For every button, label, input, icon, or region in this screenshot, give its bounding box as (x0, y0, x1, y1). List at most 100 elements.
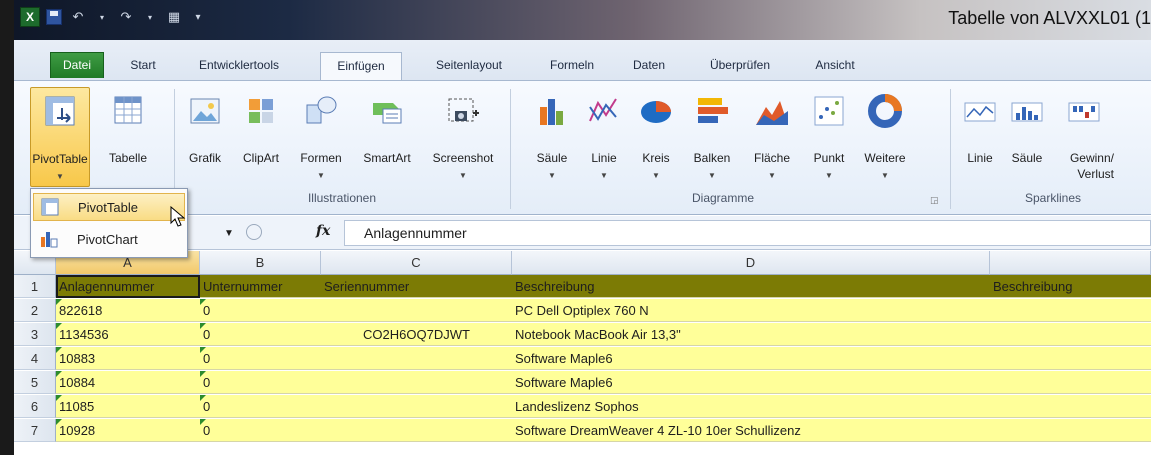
cell-d[interactable]: Software Maple6 (512, 347, 990, 370)
menu-item-pivottable[interactable]: PivotTable (33, 193, 185, 221)
column-header-c[interactable]: C (321, 251, 512, 275)
tab-start[interactable]: Start (117, 52, 169, 80)
pie-chart-icon (638, 93, 674, 129)
row-header[interactable]: 3 (14, 323, 56, 346)
sparkline-saeule-button[interactable]: Säule (1004, 87, 1050, 187)
cancel-icon[interactable] (246, 224, 262, 240)
smartart-button[interactable]: SmartArt (354, 87, 420, 187)
mouse-cursor-icon (170, 205, 186, 234)
sparkline-winloss-icon (1066, 93, 1102, 129)
tab-datei[interactable]: Datei (50, 52, 104, 78)
cell-e[interactable] (990, 347, 1151, 370)
cell-a[interactable]: 10928 (56, 419, 200, 442)
cell-c[interactable] (321, 371, 512, 394)
error-indicator-icon (200, 395, 206, 401)
group-label-sparklines: Sparklines (1024, 191, 1082, 205)
redo-icon[interactable]: ↷ (116, 7, 136, 27)
cell-a[interactable]: 822618 (56, 299, 200, 322)
tab-ansicht[interactable]: Ansicht (799, 52, 871, 80)
cell-c[interactable]: CO2H6OQ7DJWT (321, 323, 512, 346)
cell-d[interactable]: Beschreibung (512, 275, 990, 298)
cell-d[interactable]: Notebook MacBook Air 13,3" (512, 323, 990, 346)
cell-a[interactable]: 10883 (56, 347, 200, 370)
cell-c[interactable] (321, 299, 512, 322)
column-header-b[interactable]: B (200, 251, 321, 275)
cell-d[interactable]: Landeslizenz Sophos (512, 395, 990, 418)
cell-e[interactable] (990, 419, 1151, 442)
cell-c[interactable]: Seriennummer (321, 275, 512, 298)
tabelle-button[interactable]: Tabelle (94, 87, 162, 187)
linie-button[interactable]: Linie ▼ (580, 87, 628, 187)
cell-b[interactable]: 0 (200, 299, 321, 322)
row-header[interactable]: 5 (14, 371, 56, 394)
cell-c[interactable] (321, 395, 512, 418)
column-header-d[interactable]: D (512, 251, 990, 275)
pivottable-dropdown-menu: PivotTable PivotChart (30, 188, 188, 258)
cell-a[interactable]: 11085 (56, 395, 200, 418)
tab-ueberpruefen[interactable]: Überprüfen (692, 52, 788, 80)
undo-icon[interactable]: ↶ (68, 7, 88, 27)
cell-c[interactable] (321, 419, 512, 442)
cell-a[interactable]: Anlagennummer (56, 275, 200, 298)
cell-b[interactable]: 0 (200, 347, 321, 370)
cell-e[interactable] (990, 299, 1151, 322)
cell-e[interactable] (990, 323, 1151, 346)
spreadsheet-grid: A B C D 1 Anlagennummer Unternummer Serienn… (14, 251, 1151, 455)
redo-dropdown-icon[interactable]: ▾ (140, 7, 160, 27)
row-header[interactable]: 6 (14, 395, 56, 418)
cell-d[interactable]: Software DreamWeaver 4 ZL-10 10er Schull… (512, 419, 990, 442)
balken-button[interactable]: Balken ▼ (684, 87, 740, 187)
cell-b[interactable]: Unternummer (200, 275, 321, 298)
pivottable-button[interactable]: PivotTable ▼ (30, 87, 90, 187)
row-header[interactable]: 2 (14, 299, 56, 322)
dialog-launcher-icon[interactable]: ◲ (930, 195, 939, 206)
tab-entwicklertools[interactable]: Entwicklertools (184, 52, 294, 80)
cell-b[interactable]: 0 (200, 395, 321, 418)
group-separator (510, 89, 511, 209)
sparkline-gewinn-verlust-button[interactable]: Gewinn/ Verlust (1054, 87, 1114, 187)
undo-dropdown-icon[interactable]: ▾ (92, 7, 112, 27)
row-header[interactable]: 1 (14, 275, 56, 298)
punkt-button[interactable]: Punkt ▼ (804, 87, 854, 187)
cell-b[interactable]: 0 (200, 419, 321, 442)
error-indicator-icon (200, 347, 206, 353)
row-header[interactable]: 7 (14, 419, 56, 442)
tab-seitenlayout[interactable]: Seitenlayout (419, 52, 519, 80)
table-row: 11085 0 Landeslizenz Sophos (56, 395, 1151, 418)
sparkline-linie-button[interactable]: Linie (958, 87, 1002, 187)
picture-icon (187, 93, 223, 129)
document-icon[interactable]: ▦ (164, 7, 184, 27)
cell-a[interactable]: 10884 (56, 371, 200, 394)
excel-icon[interactable]: X (20, 7, 40, 27)
flaeche-button[interactable]: Fläche ▼ (744, 87, 800, 187)
menu-item-pivotchart[interactable]: PivotChart (33, 225, 185, 253)
formen-button[interactable]: Formen ▼ (292, 87, 350, 187)
cell-e[interactable] (990, 395, 1151, 418)
customize-qat-icon[interactable]: ▾ (188, 7, 208, 27)
screenshot-button[interactable]: Screenshot ▼ (422, 87, 504, 187)
saeule-button[interactable]: Säule ▼ (528, 87, 576, 187)
row-header[interactable]: 4 (14, 347, 56, 370)
smartart-icon (369, 93, 405, 129)
save-icon[interactable] (44, 7, 64, 27)
tab-formeln[interactable]: Formeln (539, 52, 605, 80)
cell-b[interactable]: 0 (200, 323, 321, 346)
cell-e[interactable]: Beschreibung (990, 275, 1151, 298)
cell-e[interactable] (990, 371, 1151, 394)
cell-c[interactable] (321, 347, 512, 370)
weitere-button[interactable]: Weitere ▼ (856, 87, 914, 187)
cell-d[interactable]: Software Maple6 (512, 371, 990, 394)
tab-daten[interactable]: Daten (621, 52, 677, 80)
clipart-button[interactable]: ClipArt (234, 87, 288, 187)
grafik-button[interactable]: Grafik (180, 87, 230, 187)
name-box-dropdown-icon[interactable]: ▼ (224, 228, 234, 239)
insert-function-icon[interactable]: fx (316, 223, 330, 239)
cell-d[interactable]: PC Dell Optiplex 760 N (512, 299, 990, 322)
cell-a[interactable]: 1134536 (56, 323, 200, 346)
error-indicator-icon (56, 395, 62, 401)
kreis-button[interactable]: Kreis ▼ (632, 87, 680, 187)
cell-value: 0 (203, 327, 211, 342)
tab-einfuegen[interactable]: Einfügen (320, 52, 402, 81)
cell-b[interactable]: 0 (200, 371, 321, 394)
column-header-e[interactable] (990, 251, 1151, 275)
